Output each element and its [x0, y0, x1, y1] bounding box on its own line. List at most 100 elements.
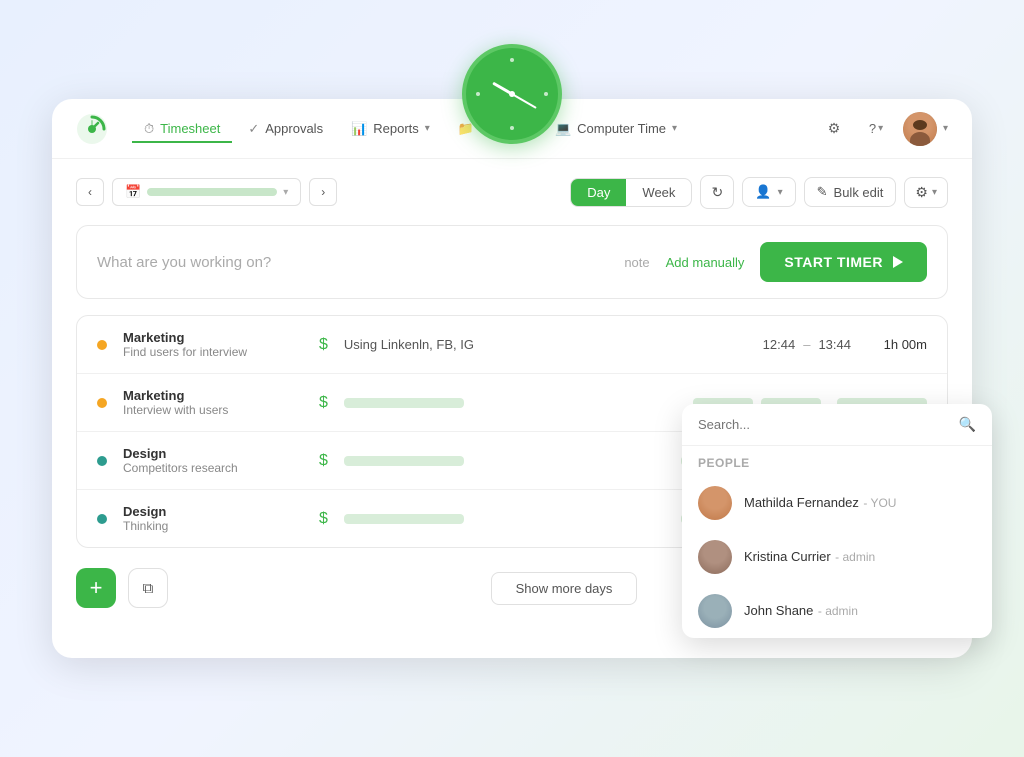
date-nav: ‹ 📅 ▾ › [76, 178, 337, 206]
person-row-john[interactable]: John Shane - admin [682, 584, 992, 638]
person-badge: - admin [835, 550, 875, 564]
prev-arrow-icon: ‹ [88, 185, 92, 199]
people-search-input[interactable] [698, 417, 951, 432]
show-more-days-button[interactable]: Show more days [491, 572, 638, 605]
people-dropdown-arrow: ▾ [778, 187, 783, 198]
nav-item-timesheet[interactable]: ⏱ Timesheet [132, 115, 232, 143]
person-name-kristina: Kristina Currier - admin [744, 548, 875, 566]
entry-description-skeleton [344, 514, 464, 524]
nav-label-approvals: Approvals [265, 121, 323, 136]
timesheet-icon: ⏱ [144, 121, 154, 137]
nav-item-computer-time[interactable]: 💻 Computer Time ▾ [543, 115, 689, 143]
add-manually-button[interactable]: Add manually [666, 255, 745, 270]
people-section-label: People [682, 446, 992, 476]
note-label: note [624, 255, 649, 270]
start-timer-label: START TIMER [784, 254, 883, 270]
table-row: Marketing Find users for interview $ Usi… [77, 316, 947, 374]
timer-placeholder[interactable]: What are you working on? [97, 254, 608, 271]
bulk-edit-button[interactable]: ✎ Bulk edit [804, 177, 897, 207]
entry-dash: – [803, 337, 810, 352]
entry-description-skeleton [344, 398, 464, 408]
entry-project: Marketing [123, 330, 303, 345]
view-toggle: Day Week [570, 178, 692, 207]
entry-task: Thinking [123, 519, 303, 533]
person-avatar [698, 594, 732, 628]
edit-icon: ✎ [817, 184, 828, 200]
avatar-image [698, 486, 732, 520]
people-filter-button[interactable]: 👤 ▾ [742, 177, 795, 207]
nav-label-computer-time: Computer Time [577, 121, 666, 136]
toolbar: ‹ 📅 ▾ › Day Week ↻ 👤 ▾ [52, 159, 972, 225]
next-arrow-icon: › [321, 185, 325, 199]
person-name: Mathilda Fernandez [744, 495, 859, 510]
person-avatar [698, 540, 732, 574]
week-view-button[interactable]: Week [626, 179, 691, 206]
entry-description: Using Linkenln, FB, IG [344, 337, 484, 352]
day-view-button[interactable]: Day [571, 179, 626, 206]
person-badge: - YOU [863, 496, 896, 510]
entry-description-skeleton [344, 456, 464, 466]
refresh-icon: ↻ [712, 184, 724, 201]
billable-icon: $ [319, 452, 328, 470]
billable-icon: $ [319, 394, 328, 412]
user-menu[interactable]: ▾ [903, 112, 948, 146]
nav-label-timesheet: Timesheet [160, 121, 220, 136]
entry-info: Marketing Find users for interview [123, 330, 303, 359]
people-icon: 👤 [755, 184, 771, 200]
entry-dot [97, 398, 107, 408]
entry-project: Marketing [123, 388, 303, 403]
clock [462, 44, 562, 144]
people-search-container: 🔍 [682, 404, 992, 446]
avatar-image [698, 540, 732, 574]
timer-bar: What are you working on? note Add manual… [76, 225, 948, 299]
person-name: John Shane [744, 603, 813, 618]
search-icon: 🔍 [959, 416, 976, 433]
settings-nav-button[interactable]: ⚙ [819, 114, 849, 144]
next-date-button[interactable]: › [309, 178, 337, 206]
app-container: ⏱ Timesheet ✓ Approvals 📊 Reports ▾ 📁 Pr… [52, 99, 972, 658]
bulk-edit-label: Bulk edit [834, 185, 884, 200]
person-name-mathilda: Mathilda Fernandez - YOU [744, 494, 896, 512]
toolbar-settings-button[interactable]: ⚙ ▾ [904, 177, 948, 208]
copy-icon: ⧉ [143, 580, 154, 597]
entry-info: Design Thinking [123, 504, 303, 533]
nav-label-reports: Reports [373, 121, 419, 136]
reports-dropdown-arrow: ▾ [425, 123, 430, 134]
entry-task: Interview with users [123, 403, 303, 417]
help-button[interactable]: ? ▾ [861, 114, 891, 144]
add-icon: + [90, 575, 103, 601]
start-timer-button[interactable]: START TIMER [760, 242, 927, 282]
toolbar-right: Day Week ↻ 👤 ▾ ✎ Bulk edit ⚙ ▾ [570, 175, 948, 209]
play-icon [893, 256, 903, 268]
entry-duration: 1h 00m [867, 337, 927, 352]
toolbar-settings-icon: ⚙ [915, 184, 928, 201]
date-display[interactable]: 📅 ▾ [112, 178, 301, 206]
avatar-image [698, 594, 732, 628]
help-icon: ? [869, 121, 876, 136]
nav-right: ⚙ ? ▾ ▾ [819, 112, 948, 146]
prev-date-button[interactable]: ‹ [76, 178, 104, 206]
refresh-button[interactable]: ↻ [700, 175, 734, 209]
nav-item-approvals[interactable]: ✓ Approvals [236, 115, 335, 143]
toolbar-settings-dropdown-arrow: ▾ [932, 187, 937, 198]
add-entry-button[interactable]: + [76, 568, 116, 608]
date-bar [147, 188, 277, 196]
logo [76, 113, 108, 145]
clock-minute-hand [512, 93, 537, 109]
person-row-mathilda[interactable]: Mathilda Fernandez - YOU [682, 476, 992, 530]
entry-info: Design Competitors research [123, 446, 303, 475]
reports-icon: 📊 [351, 121, 367, 137]
entry-project: Design [123, 446, 303, 461]
nav-item-reports[interactable]: 📊 Reports ▾ [339, 115, 442, 143]
entry-dot [97, 340, 107, 350]
person-row-kristina[interactable]: Kristina Currier - admin [682, 530, 992, 584]
computer-time-dropdown-arrow: ▾ [672, 123, 677, 134]
billable-icon: $ [319, 336, 328, 354]
person-name: Kristina Currier [744, 549, 831, 564]
copy-button[interactable]: ⧉ [128, 568, 168, 608]
entry-dot [97, 514, 107, 524]
user-dropdown-arrow: ▾ [943, 123, 948, 134]
show-more-label: Show more days [516, 581, 613, 596]
approvals-icon: ✓ [248, 121, 259, 137]
entry-dot [97, 456, 107, 466]
